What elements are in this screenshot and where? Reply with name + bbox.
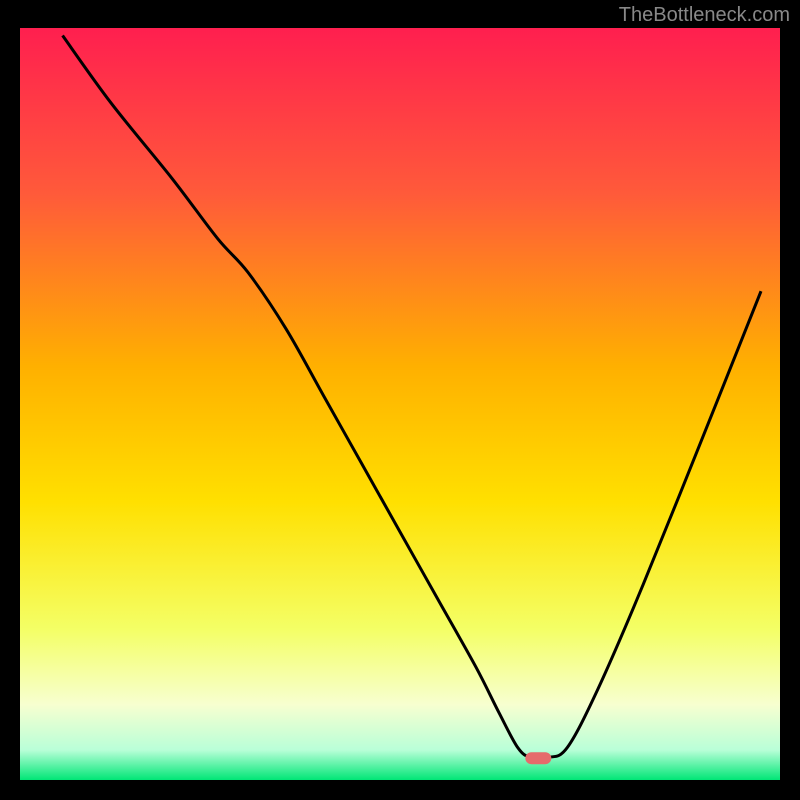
gradient-background (20, 28, 780, 780)
optimum-marker (525, 752, 551, 764)
bottleneck-chart (0, 0, 800, 800)
chart-container: TheBottleneck.com (0, 0, 800, 800)
watermark-label: TheBottleneck.com (619, 4, 790, 27)
